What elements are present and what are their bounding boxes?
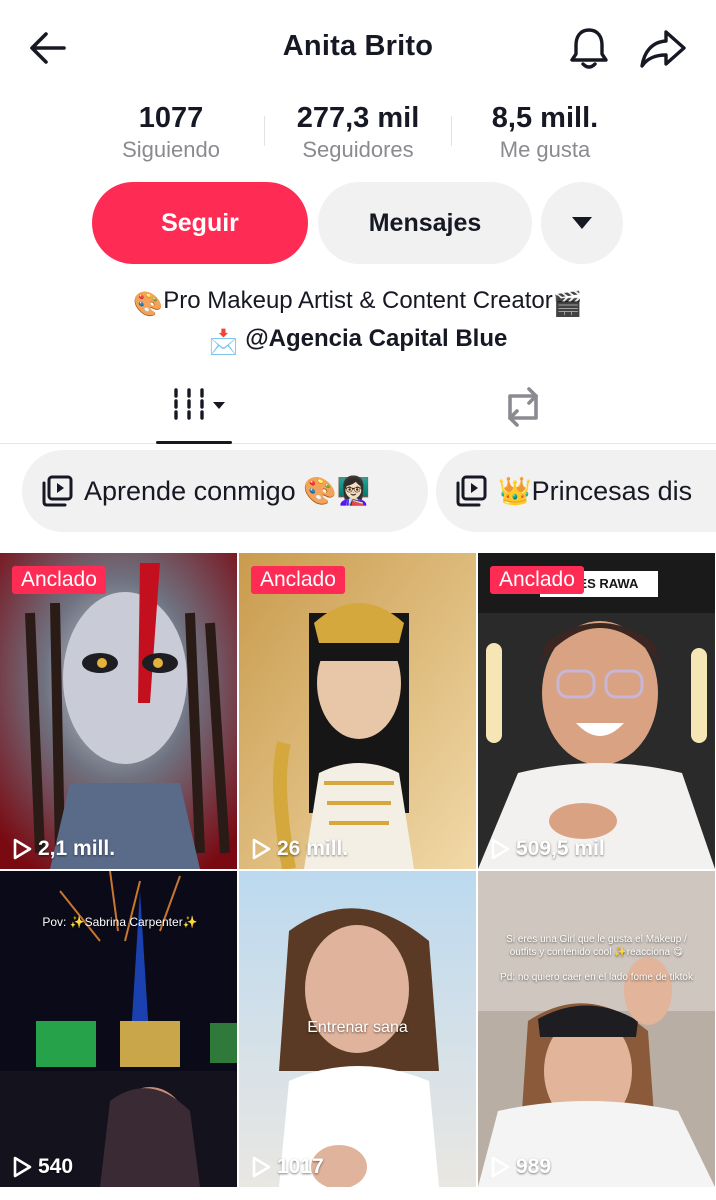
video-thumbnail: [0, 553, 237, 869]
video-caption-secondary: Pd: no quiero caer en el lado fome de ti…: [500, 972, 693, 983]
video-caption: Pov: ✨Sabrina Carpenter✨: [42, 915, 198, 929]
tab-videos[interactable]: [156, 370, 232, 444]
bell-icon: [570, 28, 608, 69]
playlist-row: Aprende conmigo 🎨👩🏻‍🏫 👑Princesas dis: [0, 450, 716, 534]
bio-agency: @Agencia Capital Blue: [238, 325, 508, 352]
video-tile[interactable]: Anclado 26 mill.: [239, 553, 476, 869]
video-thumbnail: [478, 553, 715, 869]
video-caption: Entrenar sana: [307, 1019, 408, 1036]
view-count-label: 2,1 mill.: [38, 837, 116, 860]
video-tile[interactable]: Entrenar sana 1017: [239, 871, 476, 1187]
video-thumbnail: [478, 871, 715, 1187]
profile-bio: 🎨Pro Makeup Artist & Content Creator🎬 📩 …: [0, 284, 716, 360]
view-count-label: 989: [516, 1155, 552, 1178]
playlist-icon: [42, 475, 73, 507]
clapper-emoji: 🎬: [552, 291, 583, 318]
content-tabs: [0, 370, 716, 444]
notifications-button[interactable]: [566, 24, 612, 72]
likes-label: Me gusta: [499, 137, 591, 162]
playlist-label: 👑Princesas dis: [498, 476, 693, 506]
stat-likes[interactable]: 8,5 mill. Me gusta: [450, 100, 640, 164]
bio-text: Pro Makeup Artist & Content Creator: [163, 287, 553, 314]
likes-count: 8,5 mill.: [491, 102, 599, 134]
video-tile[interactable]: Si eres una Girl que le gusta el Makeup …: [478, 871, 715, 1187]
share-button[interactable]: [638, 26, 688, 70]
play-outline-icon: [491, 838, 510, 860]
view-count: 509,5 mil: [490, 837, 605, 861]
view-count: 989: [490, 1155, 551, 1179]
envelope-emoji: 📩: [208, 329, 239, 356]
playlist-icon: [456, 475, 487, 507]
follow-button[interactable]: Seguir: [92, 182, 308, 264]
view-count: 26 mill.: [251, 837, 348, 861]
view-count: 1017: [251, 1155, 324, 1179]
video-grid: Anclado 2,1 mill. Anclado 26 mill. ADES …: [0, 553, 716, 1200]
bio-line-2: 📩 @Agencia Capital Blue: [0, 322, 716, 360]
view-count-label: 509,5 mil: [516, 837, 605, 860]
pinned-badge: Anclado: [12, 566, 106, 594]
palette-emoji: 🎨: [133, 291, 164, 318]
following-label: Siguiendo: [122, 137, 220, 162]
playlist-aprende-conmigo[interactable]: Aprende conmigo 🎨👩🏻‍🏫: [22, 450, 428, 532]
pinned-badge: Anclado: [251, 566, 345, 594]
tab-reposts[interactable]: [496, 384, 550, 430]
caret-down-icon: [572, 217, 592, 229]
playlist-princesas[interactable]: 👑Princesas dis: [436, 450, 716, 532]
bio-line-1: 🎨Pro Makeup Artist & Content Creator🎬: [0, 284, 716, 322]
repost-icon: [508, 387, 538, 427]
play-outline-icon: [491, 1156, 510, 1178]
stat-following[interactable]: 1077 Siguiendo: [76, 100, 266, 164]
play-outline-icon: [252, 1156, 271, 1178]
video-caption: Si eres una Girl que le gusta el Makeup …: [506, 934, 687, 958]
view-count-label: 540: [38, 1155, 74, 1178]
video-thumbnail: [239, 553, 476, 869]
view-count-label: 1017: [277, 1155, 324, 1178]
view-count-label: 26 mill.: [277, 837, 349, 860]
playlist-label: Aprende conmigo 🎨👩🏻‍🏫: [84, 476, 371, 506]
active-tab-indicator: [156, 441, 232, 444]
followers-label: Seguidores: [302, 137, 414, 162]
play-outline-icon: [13, 1156, 32, 1178]
video-tile[interactable]: Anclado 2,1 mill.: [0, 553, 237, 869]
video-tile[interactable]: Pov: ✨Sabrina Carpenter✨ 540: [0, 871, 237, 1187]
more-options-button[interactable]: [541, 182, 623, 264]
play-outline-icon: [252, 838, 271, 860]
message-button[interactable]: Mensajes: [318, 182, 532, 264]
view-count: 540: [12, 1155, 73, 1179]
pinned-badge: Anclado: [490, 566, 584, 594]
stat-followers[interactable]: 277,3 mil Seguidores: [263, 100, 453, 164]
video-tile[interactable]: ADES RAWA Anclado 509,5 mil: [478, 553, 715, 869]
share-arrow-icon: [640, 30, 686, 68]
profile-actions: Seguir Mensajes: [0, 182, 716, 266]
followers-count: 277,3 mil: [296, 102, 420, 134]
following-count: 1077: [138, 102, 204, 134]
profile-header: Anita Brito: [0, 0, 716, 100]
profile-stats: 1077 Siguiendo 277,3 mil Seguidores 8,5 …: [0, 100, 716, 166]
play-outline-icon: [13, 838, 32, 860]
view-count: 2,1 mill.: [12, 837, 115, 861]
grid-columns-icon: [174, 388, 225, 420]
